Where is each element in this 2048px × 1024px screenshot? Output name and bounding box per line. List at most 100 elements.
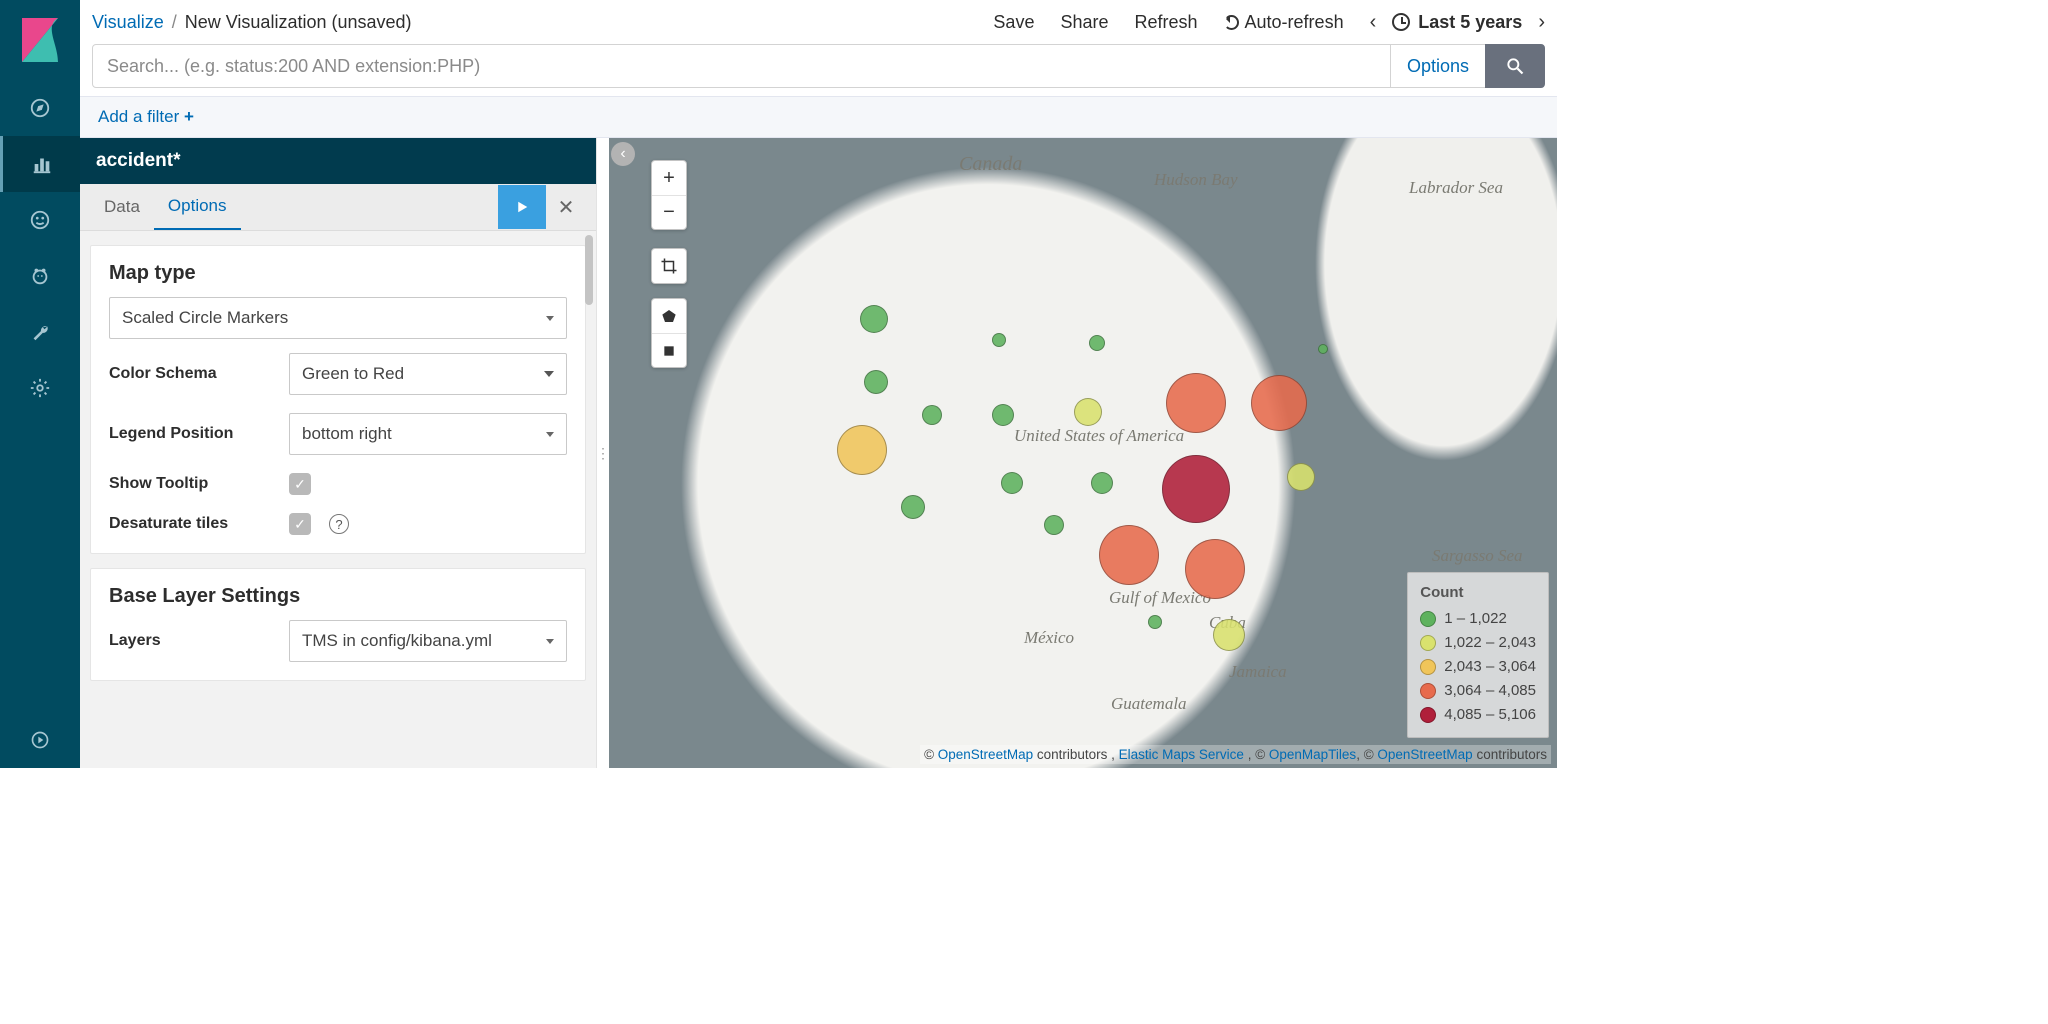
search-icon <box>1505 56 1525 76</box>
map-marker[interactable] <box>992 404 1014 426</box>
search-input[interactable] <box>107 56 1376 77</box>
kibana-logo[interactable] <box>0 0 80 80</box>
map-label-canada: Canada <box>959 153 1022 176</box>
tab-data[interactable]: Data <box>90 185 154 229</box>
layers-label: Layers <box>109 632 277 650</box>
map-marker[interactable] <box>1089 335 1105 351</box>
map-marker[interactable] <box>837 425 887 475</box>
map-label-hudson: Hudson Bay <box>1154 170 1238 190</box>
clock-icon <box>1392 13 1410 31</box>
show-tooltip-label: Show Tooltip <box>109 475 277 493</box>
attr-osm2[interactable]: OpenStreetMap <box>1377 747 1472 762</box>
desaturate-help-icon[interactable]: ? <box>329 514 349 534</box>
time-range[interactable]: Last 5 years <box>1392 12 1522 33</box>
search-options[interactable]: Options <box>1391 44 1485 88</box>
map-area[interactable]: ‹ + − <box>609 138 1557 768</box>
map-label-labsea: Labrador Sea <box>1409 178 1503 198</box>
map-marker[interactable] <box>864 370 888 394</box>
collapse-panel-button[interactable]: ‹ <box>611 142 635 166</box>
map-type-card: Map type Scaled Circle Markers Color Sch… <box>90 245 586 554</box>
attr-ems[interactable]: Elastic Maps Service <box>1119 747 1244 762</box>
fit-bounds-button[interactable] <box>652 249 686 283</box>
show-tooltip-checkbox[interactable]: ✓ <box>289 473 311 495</box>
map-legend: Count 1 – 1,0221,022 – 2,0432,043 – 3,06… <box>1407 572 1549 738</box>
save-button[interactable]: Save <box>993 12 1034 33</box>
attr-omt[interactable]: OpenMapTiles <box>1269 747 1356 762</box>
nav-timelion[interactable] <box>0 248 80 304</box>
caret-down-icon <box>546 639 554 644</box>
legend-row: 2,043 – 3,064 <box>1420 655 1536 679</box>
close-icon: ✕ <box>558 195 575 220</box>
map-label-jamaica: Jamaica <box>1229 662 1287 682</box>
legend-row: 4,085 – 5,106 <box>1420 703 1536 727</box>
desaturate-checkbox[interactable]: ✓ <box>289 513 311 535</box>
legend-title: Count <box>1420 581 1536 605</box>
map-marker[interactable] <box>922 405 942 425</box>
time-next[interactable]: › <box>1538 11 1545 34</box>
legend-row: 1,022 – 2,043 <box>1420 631 1536 655</box>
map-marker[interactable] <box>1213 619 1245 651</box>
plus-icon: + <box>184 107 194 126</box>
scrollbar-thumb[interactable] <box>585 235 593 305</box>
map-marker[interactable] <box>1044 515 1064 535</box>
zoom-in-button[interactable]: + <box>652 161 686 195</box>
index-pattern[interactable]: accident* <box>80 138 596 184</box>
map-label-sargasso: Sargasso Sea <box>1432 546 1523 566</box>
refresh-icon <box>1224 15 1239 30</box>
filter-bar: Add a filter + <box>80 96 1557 138</box>
nav-dashboard[interactable] <box>0 192 80 248</box>
caret-down-icon <box>546 432 554 437</box>
map-marker[interactable] <box>1001 472 1023 494</box>
map-marker[interactable] <box>1148 615 1162 629</box>
legend-pos-select[interactable]: bottom right <box>289 413 567 455</box>
panel-resize-handle[interactable]: ⋮ <box>597 138 609 768</box>
zoom-out-button[interactable]: − <box>652 195 686 229</box>
map-marker[interactable] <box>1074 398 1102 426</box>
apply-button[interactable] <box>498 185 546 229</box>
nav-devtools[interactable] <box>0 304 80 360</box>
add-filter[interactable]: Add a filter + <box>98 107 194 127</box>
breadcrumb: Visualize / New Visualization (unsaved) <box>92 12 412 33</box>
discard-button[interactable]: ✕ <box>546 185 586 229</box>
search-submit[interactable] <box>1485 44 1545 88</box>
attr-osm1[interactable]: OpenStreetMap <box>938 747 1033 762</box>
color-schema-select[interactable]: Green to Red <box>289 353 567 395</box>
nav-collapse[interactable] <box>0 712 80 768</box>
tab-options[interactable]: Options <box>154 184 241 230</box>
breadcrumb-root[interactable]: Visualize <box>92 12 164 33</box>
map-label-mexico: México <box>1024 628 1074 648</box>
map-marker[interactable] <box>1162 455 1230 523</box>
map-marker[interactable] <box>1251 375 1307 431</box>
legend-row: 3,064 – 4,085 <box>1420 679 1536 703</box>
map-marker[interactable] <box>1287 463 1315 491</box>
draw-polygon-button[interactable] <box>652 299 686 333</box>
map-marker[interactable] <box>1166 373 1226 433</box>
nav-management[interactable] <box>0 360 80 416</box>
map-marker[interactable] <box>1091 472 1113 494</box>
layers-select[interactable]: TMS in config/kibana.yml <box>289 620 567 662</box>
nav-visualize[interactable] <box>0 136 80 192</box>
map-marker[interactable] <box>992 333 1006 347</box>
search-input-wrap <box>92 44 1391 88</box>
auto-refresh-button[interactable]: Auto-refresh <box>1224 12 1344 33</box>
map-marker[interactable] <box>1099 525 1159 585</box>
breadcrumb-sep: / <box>172 12 177 33</box>
map-label-guatemala: Guatemala <box>1111 694 1187 714</box>
time-prev[interactable]: ‹ <box>1370 11 1377 34</box>
top-bar: Visualize / New Visualization (unsaved) … <box>80 0 1557 44</box>
caret-down-icon <box>544 371 554 377</box>
map-type-heading: Map type <box>109 262 567 285</box>
map-marker[interactable] <box>901 495 925 519</box>
crop-icon <box>660 257 678 275</box>
share-button[interactable]: Share <box>1060 12 1108 33</box>
caret-down-icon <box>546 316 554 321</box>
legend-pos-label: Legend Position <box>109 425 277 443</box>
map-type-select[interactable]: Scaled Circle Markers <box>109 297 567 339</box>
search-row: Options <box>80 44 1557 96</box>
map-marker[interactable] <box>1185 539 1245 599</box>
breadcrumb-current: New Visualization (unsaved) <box>185 12 412 33</box>
nav-discover[interactable] <box>0 80 80 136</box>
refresh-button[interactable]: Refresh <box>1135 12 1198 33</box>
config-panel: accident* Data Options ✕ Map type <box>80 138 597 768</box>
draw-rect-button[interactable] <box>652 333 686 367</box>
